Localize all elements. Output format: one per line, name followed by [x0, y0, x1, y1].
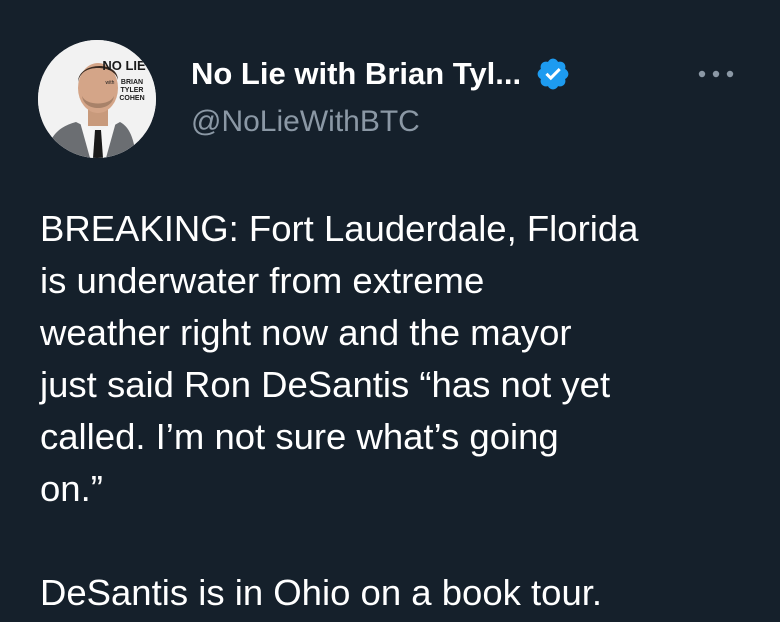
- tweet-text: BREAKING: Fort Lauderdale, Florida is un…: [40, 203, 760, 619]
- verified-badge-icon: [535, 56, 571, 92]
- avatar[interactable]: NO LIE with BRIAN TYLER COHEN: [38, 40, 156, 158]
- avatar-logo-with: with: [106, 80, 115, 86]
- more-horizontal-icon: [698, 70, 734, 78]
- more-options-button[interactable]: [692, 60, 740, 88]
- avatar-logo-title: NO LIE: [102, 58, 146, 73]
- avatar-image: NO LIE with BRIAN TYLER COHEN: [38, 40, 156, 158]
- tweet-paragraph: DeSantis is in Ohio on a book tour.: [40, 572, 603, 613]
- tweet-paragraph: BREAKING: Fort Lauderdale, Florida is un…: [40, 208, 639, 509]
- avatar-logo-name-2: TYLER: [121, 87, 144, 94]
- avatar-logo-name-3: COHEN: [119, 95, 144, 102]
- tweet-card: NO LIE with BRIAN TYLER COHEN No Lie wit…: [0, 0, 780, 622]
- avatar-logo-name-1: BRIAN: [121, 79, 143, 86]
- author-handle[interactable]: @NoLieWithBTC: [191, 105, 420, 139]
- author-display-name[interactable]: No Lie with Brian Tyl...: [191, 56, 521, 92]
- author-name-row: No Lie with Brian Tyl...: [191, 52, 571, 96]
